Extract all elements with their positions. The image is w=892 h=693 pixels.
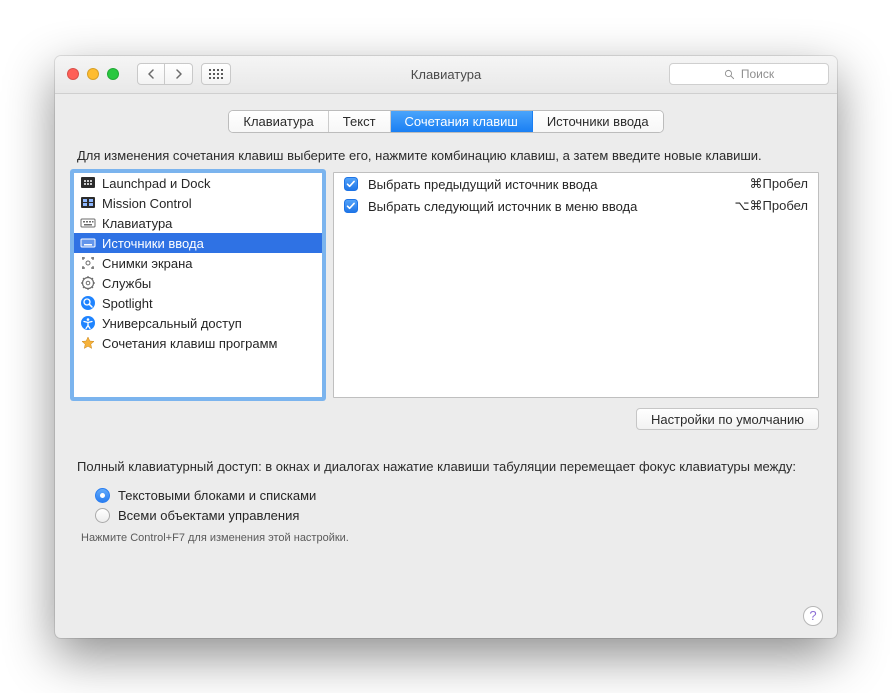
content-area: КлавиатураТекстСочетания клавишИсточники… — [55, 94, 837, 638]
categories-list[interactable]: Launchpad и Dock Mission Control Клавиатур… — [73, 172, 323, 398]
help-icon: ? — [809, 608, 816, 623]
search-field[interactable]: Поиск — [669, 63, 829, 85]
keyboard-icon — [80, 215, 96, 231]
chevron-right-icon — [175, 69, 183, 79]
services-icon — [80, 275, 96, 291]
full-access-options: Текстовыми блоками и списками Всеми объек… — [95, 486, 815, 526]
category-item[interactable]: Клавиатура — [74, 213, 322, 233]
category-item[interactable]: Spotlight — [74, 293, 322, 313]
preferences-window: Клавиатура Поиск КлавиатураТекстСочетани… — [55, 56, 837, 638]
panels: Launchpad и Dock Mission Control Клавиатур… — [73, 172, 819, 398]
category-label: Launchpad и Dock — [102, 176, 210, 191]
spotlight-icon — [80, 295, 96, 311]
grid-icon — [209, 69, 223, 79]
shortcut-label: Выбрать следующий источник в меню ввода — [368, 199, 637, 214]
shortcut-keys: ⌘Пробел — [750, 176, 809, 192]
shortcut-row[interactable]: Выбрать следующий источник в меню ввода ⌥… — [334, 195, 818, 217]
screenshot-icon — [80, 255, 96, 271]
radio-label: Всеми объектами управления — [118, 508, 299, 523]
category-label: Mission Control — [102, 196, 192, 211]
accessibility-icon — [80, 315, 96, 331]
category-item[interactable]: Универсальный доступ — [74, 313, 322, 333]
category-item[interactable]: Снимки экрана — [74, 253, 322, 273]
back-button[interactable] — [137, 63, 165, 85]
restore-defaults-label: Настройки по умолчанию — [651, 412, 804, 427]
category-item[interactable]: Launchpad и Dock — [74, 173, 322, 193]
shortcut-row[interactable]: Выбрать предыдущий источник ввода ⌘Пробел — [334, 173, 818, 195]
category-item[interactable]: Mission Control — [74, 193, 322, 213]
app-shortcuts-icon — [80, 335, 96, 351]
radio-label: Текстовыми блоками и списками — [118, 488, 316, 503]
category-label: Службы — [102, 276, 151, 291]
shortcut-checkbox[interactable] — [344, 177, 358, 191]
close-button[interactable] — [67, 68, 79, 80]
category-item[interactable]: Службы — [74, 273, 322, 293]
full-access-hint: Нажмите Control+F7 для изменения этой на… — [77, 532, 815, 544]
tabs-container: КлавиатураТекстСочетания клавишИсточники… — [73, 110, 819, 133]
tab-item[interactable]: Источники ввода — [533, 111, 663, 132]
search-placeholder: Поиск — [741, 67, 774, 81]
shortcut-keys: ⌥⌘Пробел — [735, 198, 808, 214]
zoom-button[interactable] — [107, 68, 119, 80]
input-sources-icon — [80, 235, 96, 251]
radio-button[interactable] — [95, 488, 110, 503]
shortcut-checkbox[interactable] — [344, 199, 358, 213]
radio-option[interactable]: Всеми объектами управления — [95, 506, 815, 526]
category-item[interactable]: Сочетания клавиш программ — [74, 333, 322, 353]
tab-item[interactable]: Сочетания клавиш — [391, 111, 533, 132]
search-icon — [724, 69, 735, 80]
launchpad-icon — [80, 175, 96, 191]
category-label: Клавиатура — [102, 216, 172, 231]
show-all-button[interactable] — [201, 63, 231, 85]
forward-button[interactable] — [165, 63, 193, 85]
shortcuts-list[interactable]: Выбрать предыдущий источник ввода ⌘Пробел… — [333, 172, 819, 398]
defaults-row: Настройки по умолчанию — [73, 408, 819, 430]
nav-buttons — [137, 63, 193, 85]
restore-defaults-button[interactable]: Настройки по умолчанию — [636, 408, 819, 430]
full-keyboard-access: Полный клавиатурный доступ: в окнах и ди… — [73, 458, 819, 544]
radio-button[interactable] — [95, 508, 110, 523]
instructions-text: Для изменения сочетания клавиш выберите … — [77, 147, 815, 165]
category-item[interactable]: Источники ввода — [74, 233, 322, 253]
category-label: Снимки экрана — [102, 256, 193, 271]
category-label: Spotlight — [102, 296, 153, 311]
titlebar: Клавиатура Поиск — [55, 56, 837, 94]
tab-item[interactable]: Клавиатура — [229, 111, 328, 132]
mission-control-icon — [80, 195, 96, 211]
traffic-lights — [67, 68, 119, 80]
category-label: Источники ввода — [102, 236, 204, 251]
tab-item[interactable]: Текст — [329, 111, 391, 132]
tabs-segmented-control: КлавиатураТекстСочетания клавишИсточники… — [228, 110, 663, 133]
radio-option[interactable]: Текстовыми блоками и списками — [95, 486, 815, 506]
category-label: Сочетания клавиш программ — [102, 336, 277, 351]
help-button[interactable]: ? — [803, 606, 823, 626]
minimize-button[interactable] — [87, 68, 99, 80]
full-access-text: Полный клавиатурный доступ: в окнах и ди… — [77, 458, 815, 476]
category-label: Универсальный доступ — [102, 316, 242, 331]
shortcut-label: Выбрать предыдущий источник ввода — [368, 177, 598, 192]
chevron-left-icon — [147, 69, 155, 79]
